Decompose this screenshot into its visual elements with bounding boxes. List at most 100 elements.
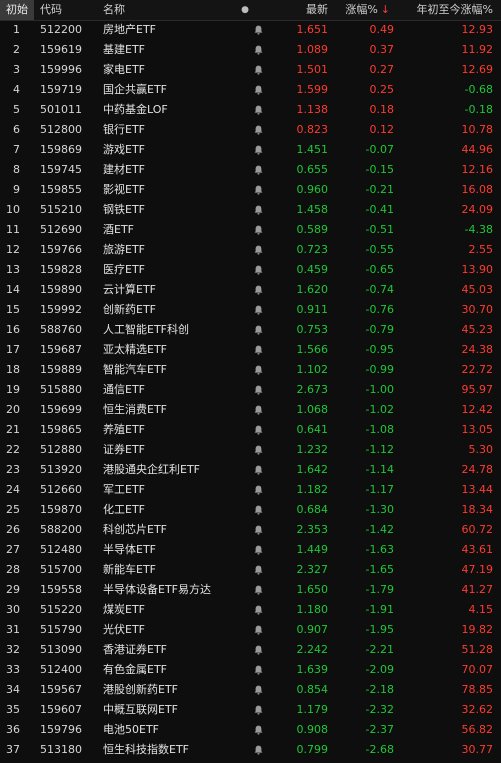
- ytd-change-percent: 56.82: [461, 723, 494, 736]
- bell-icon[interactable]: [253, 280, 265, 300]
- table-row[interactable]: 27 512480 半导体ETF 1.449 -1.63 43.61: [0, 540, 501, 560]
- bell-icon[interactable]: [253, 40, 265, 60]
- table-row[interactable]: 28 515700 新能车ETF 2.327 -1.65 47.19: [0, 560, 501, 580]
- column-header-name[interactable]: 名称: [103, 0, 125, 20]
- table-row[interactable]: 6 512800 银行ETF 0.823 0.12 10.78: [0, 120, 501, 140]
- row-index: 8: [13, 163, 20, 176]
- security-name: 军工ETF: [103, 483, 145, 496]
- table-row[interactable]: 26 588200 科创芯片ETF 2.353 -1.42 60.72: [0, 520, 501, 540]
- change-percent: -1.30: [365, 503, 394, 516]
- table-row[interactable]: 22 512880 证券ETF 1.232 -1.12 5.30: [0, 440, 501, 460]
- table-row[interactable]: 16 588760 人工智能ETF科创 0.753 -0.79 45.23: [0, 320, 501, 340]
- table-row[interactable]: 9 159855 影视ETF 0.960 -0.21 16.08: [0, 180, 501, 200]
- bell-icon[interactable]: [253, 80, 265, 100]
- table-row[interactable]: 10 515210 钢铁ETF 1.458 -0.41 24.09: [0, 200, 501, 220]
- bell-icon[interactable]: [253, 320, 265, 340]
- table-row[interactable]: 19 515880 通信ETF 2.673 -1.00 95.97: [0, 380, 501, 400]
- bell-icon[interactable]: [253, 580, 265, 600]
- table-row[interactable]: 17 159687 亚太精选ETF 1.566 -0.95 24.38: [0, 340, 501, 360]
- bell-icon[interactable]: [253, 180, 265, 200]
- column-header-code[interactable]: 代码: [40, 0, 62, 20]
- table-row[interactable]: 2 159619 基建ETF 1.089 0.37 11.92: [0, 40, 501, 60]
- row-index: 23: [6, 463, 20, 476]
- bell-icon[interactable]: [253, 460, 265, 480]
- table-row[interactable]: 37 513180 恒生科技指数ETF 0.799 -2.68 30.77: [0, 740, 501, 760]
- bell-icon[interactable]: [253, 740, 265, 760]
- column-header-last[interactable]: 最新: [300, 0, 328, 20]
- table-row[interactable]: 20 159699 恒生消费ETF 1.068 -1.02 12.42: [0, 400, 501, 420]
- table-row[interactable]: 24 512660 军工ETF 1.182 -1.17 13.44: [0, 480, 501, 500]
- bell-icon[interactable]: [253, 260, 265, 280]
- table-row[interactable]: 14 159890 云计算ETF 1.620 -0.74 45.03: [0, 280, 501, 300]
- security-name: 新能车ETF: [103, 563, 156, 576]
- security-code: 515220: [40, 603, 82, 616]
- column-header-ytd[interactable]: 年初至今涨幅%: [400, 0, 493, 20]
- table-row[interactable]: 7 159869 游戏ETF 1.451 -0.07 44.96: [0, 140, 501, 160]
- bell-icon[interactable]: [253, 160, 265, 180]
- table-row[interactable]: 13 159828 医疗ETF 0.459 -0.65 13.90: [0, 260, 501, 280]
- table-row[interactable]: 1 512200 房地产ETF 1.651 0.49 12.93: [0, 20, 501, 40]
- table-row[interactable]: 15 159992 创新药ETF 0.911 -0.76 30.70: [0, 300, 501, 320]
- table-row[interactable]: 31 515790 光伏ETF 0.907 -1.95 19.82: [0, 620, 501, 640]
- ytd-change-percent: 13.44: [461, 483, 494, 496]
- security-code: 515880: [40, 383, 82, 396]
- bell-icon[interactable]: [253, 440, 265, 460]
- security-code: 159766: [40, 243, 82, 256]
- bell-icon[interactable]: [253, 200, 265, 220]
- column-header-dot[interactable]: ●: [240, 0, 250, 20]
- table-row[interactable]: 12 159766 旅游ETF 0.723 -0.55 2.55: [0, 240, 501, 260]
- bell-icon[interactable]: [253, 220, 265, 240]
- change-percent: 0.18: [369, 103, 395, 116]
- bell-icon[interactable]: [253, 600, 265, 620]
- table-row[interactable]: 11 512690 酒ETF 0.589 -0.51 -4.38: [0, 220, 501, 240]
- bell-icon[interactable]: [253, 560, 265, 580]
- table-row[interactable]: 23 513920 港股通央企红利ETF 1.642 -1.14 24.78: [0, 460, 501, 480]
- bell-icon[interactable]: [253, 360, 265, 380]
- bell-icon[interactable]: [253, 620, 265, 640]
- corner-tab[interactable]: 初始: [0, 0, 34, 20]
- bell-icon[interactable]: [253, 380, 265, 400]
- bell-icon[interactable]: [253, 700, 265, 720]
- bell-icon[interactable]: [253, 240, 265, 260]
- bell-icon[interactable]: [253, 300, 265, 320]
- security-code: 159687: [40, 343, 82, 356]
- table-row[interactable]: 3 159996 家电ETF 1.501 0.27 12.69: [0, 60, 501, 80]
- security-name: 钢铁ETF: [103, 203, 145, 216]
- table-row[interactable]: 33 512400 有色金属ETF 1.639 -2.09 70.07: [0, 660, 501, 680]
- bell-icon[interactable]: [253, 120, 265, 140]
- bell-icon[interactable]: [253, 640, 265, 660]
- table-row[interactable]: 30 515220 煤炭ETF 1.180 -1.91 4.15: [0, 600, 501, 620]
- bell-icon[interactable]: [253, 140, 265, 160]
- row-index: 24: [6, 483, 20, 496]
- table-row[interactable]: 25 159870 化工ETF 0.684 -1.30 18.34: [0, 500, 501, 520]
- bell-icon[interactable]: [253, 720, 265, 740]
- bell-icon[interactable]: [253, 100, 265, 120]
- bell-icon[interactable]: [253, 680, 265, 700]
- table-row[interactable]: 4 159719 国企共赢ETF 1.599 0.25 -0.68: [0, 80, 501, 100]
- table-row[interactable]: 5 501011 中药基金LOF 1.138 0.18 -0.18: [0, 100, 501, 120]
- table-row[interactable]: 36 159796 电池50ETF 0.908 -2.37 56.82: [0, 720, 501, 740]
- bell-icon[interactable]: [253, 660, 265, 680]
- bell-icon[interactable]: [253, 480, 265, 500]
- table-row[interactable]: 35 159607 中概互联网ETF 1.179 -2.32 32.62: [0, 700, 501, 720]
- last-price: 0.908: [296, 723, 329, 736]
- security-code: 159699: [40, 403, 82, 416]
- bell-icon[interactable]: [253, 20, 265, 40]
- table-row[interactable]: 32 513090 香港证券ETF 2.242 -2.21 51.28: [0, 640, 501, 660]
- table-row[interactable]: 34 159567 港股创新药ETF 0.854 -2.18 78.85: [0, 680, 501, 700]
- bell-icon[interactable]: [253, 340, 265, 360]
- bell-icon[interactable]: [253, 400, 265, 420]
- bell-icon[interactable]: [253, 60, 265, 80]
- table-row[interactable]: 8 159745 建材ETF 0.655 -0.15 12.16: [0, 160, 501, 180]
- last-price: 1.182: [296, 483, 329, 496]
- bell-icon[interactable]: [253, 540, 265, 560]
- security-code: 513180: [40, 743, 82, 756]
- table-row[interactable]: 29 159558 半导体设备ETF易方达 1.650 -1.79 41.27: [0, 580, 501, 600]
- column-header-change[interactable]: 涨幅% ↓: [340, 0, 390, 20]
- bell-icon[interactable]: [253, 500, 265, 520]
- table-row[interactable]: 18 159889 智能汽车ETF 1.102 -0.99 22.72: [0, 360, 501, 380]
- table-row[interactable]: 21 159865 养殖ETF 0.641 -1.08 13.05: [0, 420, 501, 440]
- ytd-change-percent: 43.61: [461, 543, 494, 556]
- bell-icon[interactable]: [253, 520, 265, 540]
- bell-icon[interactable]: [253, 420, 265, 440]
